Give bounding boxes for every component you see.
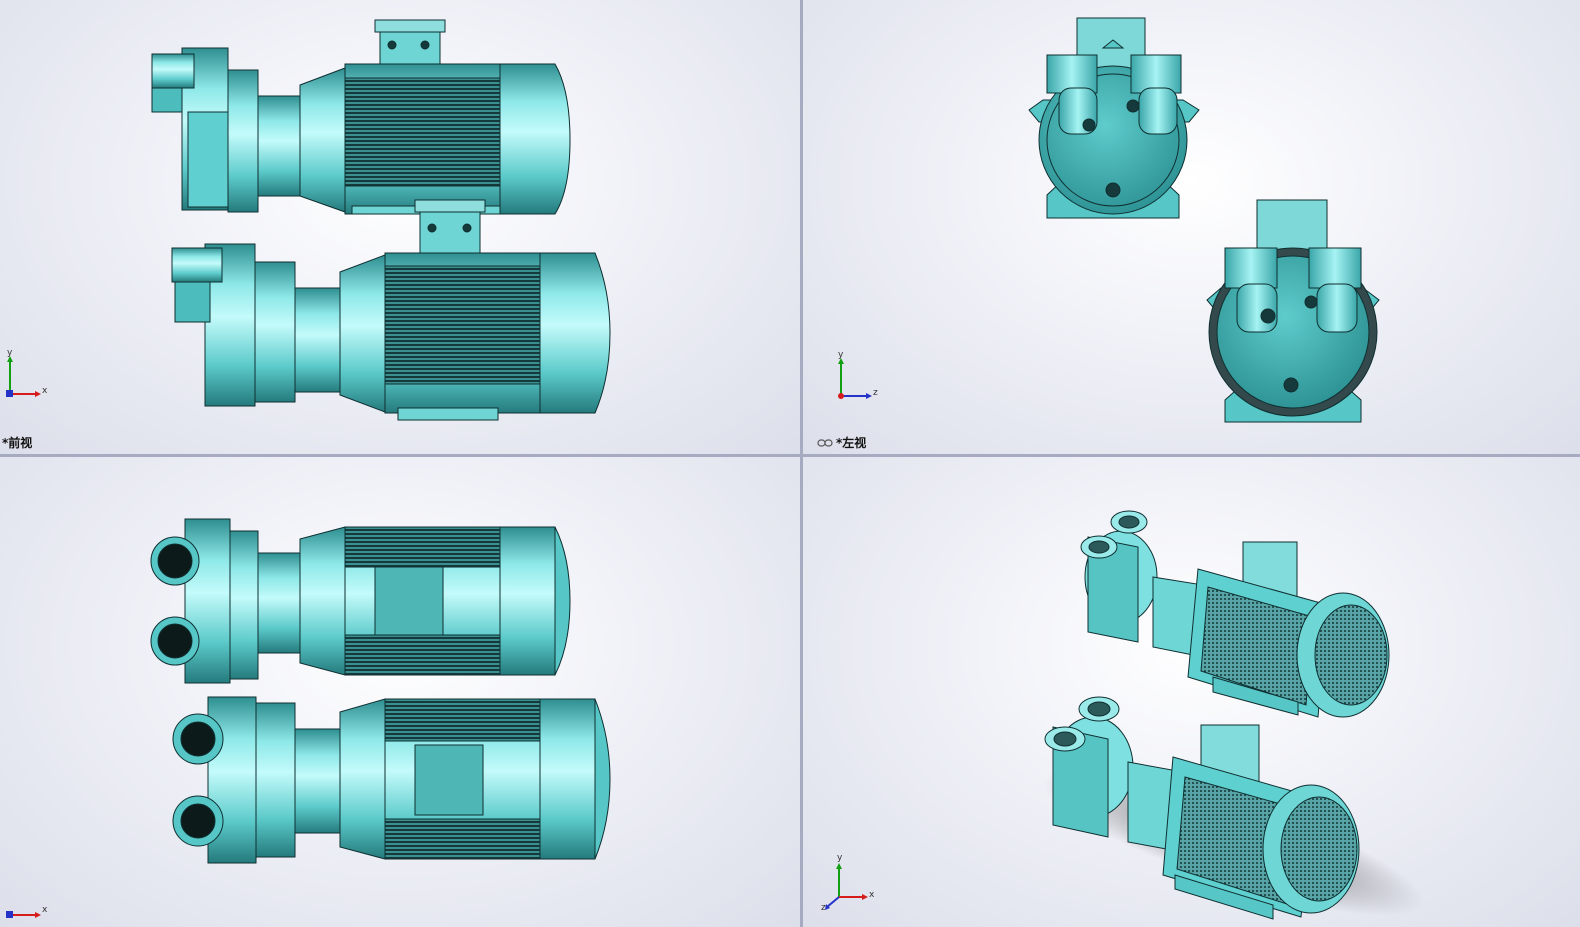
axis-x-label: x [42,386,48,396]
top-view-drawing [150,518,611,864]
axis-y-label: y [838,350,844,360]
front-viewport[interactable]: y x *前视 [0,0,800,454]
left-viewport[interactable]: y z *左视 [803,0,1580,454]
axis-triad: x [2,877,52,927]
iso-view-drawing [1042,510,1424,920]
iso-viewport[interactable]: y x z [803,457,1580,927]
axis-z-label: z [873,388,878,398]
axis-triad: y z [833,350,883,405]
pump-front-2 [171,199,611,421]
axis-y-label: y [7,348,13,358]
axis-z-label: z [821,903,826,913]
pump-top-1 [150,518,571,684]
pump-side-1 [1028,17,1200,219]
view-label-left: *左视 [817,434,866,451]
link-icon [817,438,833,447]
axis-triad: y x z [821,853,875,913]
axis-triad: y x [2,348,52,403]
front-view-drawing [151,19,611,421]
axis-x-label: x [42,905,48,915]
pump-iso-1 [1080,510,1390,718]
axis-y-label: y [837,853,843,863]
pump-front-1 [151,19,571,215]
view-label-front: *前视 [2,436,33,450]
pump-iso-2 [1044,696,1360,920]
pump-top-2 [172,696,611,864]
top-viewport[interactable]: x [0,457,800,927]
axis-x-label: x [869,890,875,900]
pump-side-2 [1206,199,1380,423]
left-view-drawing [1028,17,1380,423]
